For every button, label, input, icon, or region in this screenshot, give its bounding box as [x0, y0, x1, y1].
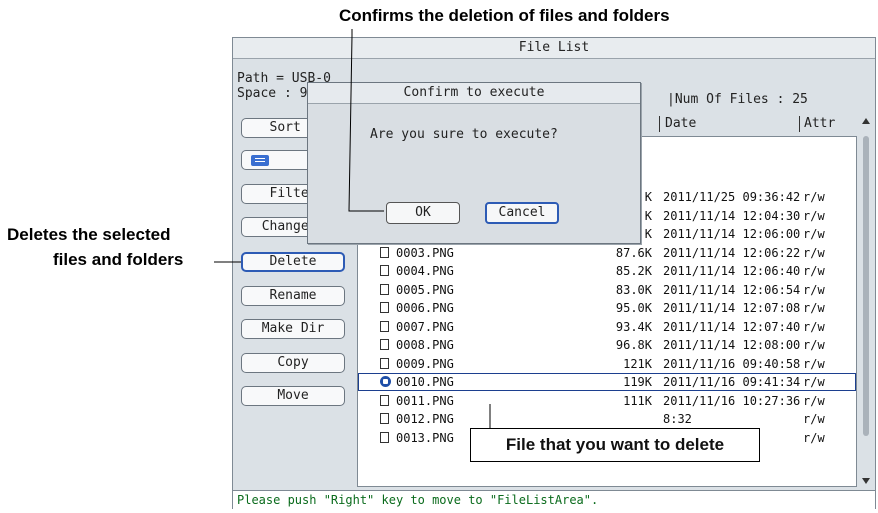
- file-icon: [380, 265, 389, 276]
- list-icon: [251, 155, 269, 166]
- file-attr: r/w: [803, 375, 825, 389]
- scrollbar[interactable]: [859, 114, 873, 488]
- rename-button[interactable]: Rename: [241, 286, 345, 306]
- file-attr: r/w: [803, 264, 825, 278]
- scroll-up-icon[interactable]: [862, 118, 870, 124]
- delete-button[interactable]: Delete: [241, 252, 345, 272]
- file-attr: r/w: [803, 430, 825, 445]
- column-date-header[interactable]: Date: [665, 114, 696, 134]
- file-name: 0011.PNG: [396, 393, 454, 408]
- file-attr: r/w: [803, 227, 825, 241]
- file-row[interactable]: 0012.PNG 8:32 r/w: [358, 410, 856, 428]
- copy-button[interactable]: Copy: [241, 353, 345, 373]
- file-name: 0012.PNG: [396, 412, 454, 426]
- file-date: 2011/11/14 12:06:00: [663, 227, 801, 241]
- file-attr: r/w: [803, 338, 825, 352]
- scroll-down-icon[interactable]: [862, 478, 870, 484]
- file-size: 87.6K: [615, 245, 652, 260]
- annotation-top: Confirms the deletion of files and folde…: [339, 6, 670, 25]
- num-files-text: |Num Of Files : 25: [667, 92, 808, 107]
- file-size: 119K: [623, 375, 652, 389]
- window-title: File List: [233, 38, 875, 59]
- file-icon: [380, 394, 389, 406]
- cancel-button[interactable]: Cancel: [485, 202, 559, 224]
- file-name: 0008.PNG: [396, 338, 454, 352]
- file-date: 2011/11/14 12:07:40: [663, 319, 801, 334]
- selected-file-icon: [380, 376, 391, 387]
- file-row[interactable]: 0003.PNG 87.6K 2011/11/14 12:06:22 r/w: [358, 244, 856, 262]
- space-text: Space : 9: [237, 86, 308, 101]
- annotation-left-line2: files and folders: [53, 250, 184, 269]
- file-date: 2011/11/14 12:07:08: [663, 301, 801, 315]
- file-attr: r/w: [803, 190, 825, 204]
- file-icon: [380, 357, 389, 369]
- file-attr: r/w: [803, 282, 825, 297]
- file-name: 0007.PNG: [396, 319, 454, 334]
- column-attr-header[interactable]: Attr: [804, 114, 835, 134]
- status-bar: Please push "Right" key to move to "File…: [233, 490, 875, 509]
- file-date: 2011/11/14 12:04:30: [663, 208, 801, 223]
- file-name: 0004.PNG: [396, 264, 454, 278]
- file-size: 83.0K: [615, 282, 652, 297]
- file-date: 2011/11/14 12:06:40: [663, 264, 801, 278]
- column-separator: [799, 116, 800, 132]
- file-row[interactable]: 0011.PNG 111K 2011/11/16 10:27:36 r/w: [358, 392, 856, 410]
- file-icon: [380, 413, 389, 424]
- file-icon: [380, 246, 389, 258]
- file-name: 0005.PNG: [396, 282, 454, 297]
- file-date: 2011/11/14 12:06:22: [663, 245, 801, 260]
- file-size: 121K: [623, 356, 652, 371]
- file-date: 2011/11/16 09:41:34: [663, 375, 801, 389]
- file-name: 0013.PNG: [396, 430, 454, 445]
- file-attr: r/w: [803, 208, 825, 223]
- file-size: 111K: [623, 393, 652, 408]
- file-attr: r/w: [803, 393, 825, 408]
- file-size: 93.4K: [615, 319, 652, 334]
- make-dir-button[interactable]: Make Dir: [241, 319, 345, 339]
- column-separator: [659, 116, 660, 132]
- dialog-title: Confirm to execute: [308, 83, 640, 104]
- file-row[interactable]: 0008.PNG 96.8K 2011/11/14 12:08:00 r/w: [358, 336, 856, 354]
- file-date: 2011/11/16 10:27:36: [663, 393, 801, 408]
- file-date: 8:32: [663, 412, 692, 426]
- file-icon: [380, 302, 389, 313]
- file-row[interactable]: 0010.PNG 119K 2011/11/16 09:41:34 r/w: [358, 373, 856, 391]
- move-button[interactable]: Move: [241, 386, 345, 406]
- file-icon: [380, 320, 389, 332]
- file-icon: [380, 283, 389, 295]
- file-date: 2011/11/16 09:40:58: [663, 356, 801, 371]
- file-row[interactable]: 0007.PNG 93.4K 2011/11/14 12:07:40 r/w: [358, 318, 856, 336]
- annotation-bottom: File that you want to delete: [470, 428, 760, 462]
- annotation-left-line1: Deletes the selected: [7, 225, 171, 244]
- file-attr: r/w: [803, 245, 825, 260]
- ok-button[interactable]: OK: [386, 202, 460, 224]
- file-attr: r/w: [803, 319, 825, 334]
- dialog-message: Are you sure to execute?: [370, 127, 558, 142]
- file-date: 2011/11/14 12:08:00: [663, 338, 801, 352]
- file-icon: [380, 431, 389, 443]
- file-icon: [380, 339, 389, 350]
- file-date: 2011/11/25 09:36:42: [663, 190, 801, 204]
- file-size: 95.0K: [615, 301, 652, 315]
- file-row[interactable]: 0006.PNG 95.0K 2011/11/14 12:07:08 r/w: [358, 299, 856, 317]
- file-date: 2011/11/14 12:06:54: [663, 282, 801, 297]
- file-attr: r/w: [803, 301, 825, 315]
- file-row[interactable]: 0009.PNG 121K 2011/11/16 09:40:58 r/w: [358, 355, 856, 373]
- file-size: 96.8K: [615, 338, 652, 352]
- file-name: 0009.PNG: [396, 356, 454, 371]
- file-name: 0003.PNG: [396, 245, 454, 260]
- file-name: 0006.PNG: [396, 301, 454, 315]
- file-name: 0010.PNG: [396, 375, 454, 389]
- scrollbar-thumb[interactable]: [863, 136, 869, 436]
- file-size: 85.2K: [615, 264, 652, 278]
- file-attr: r/w: [803, 356, 825, 371]
- confirm-dialog: Confirm to execute Are you sure to execu…: [307, 82, 641, 244]
- file-row[interactable]: 0005.PNG 83.0K 2011/11/14 12:06:54 r/w: [358, 281, 856, 299]
- file-row[interactable]: 0004.PNG 85.2K 2011/11/14 12:06:40 r/w: [358, 262, 856, 280]
- file-attr: r/w: [803, 412, 825, 426]
